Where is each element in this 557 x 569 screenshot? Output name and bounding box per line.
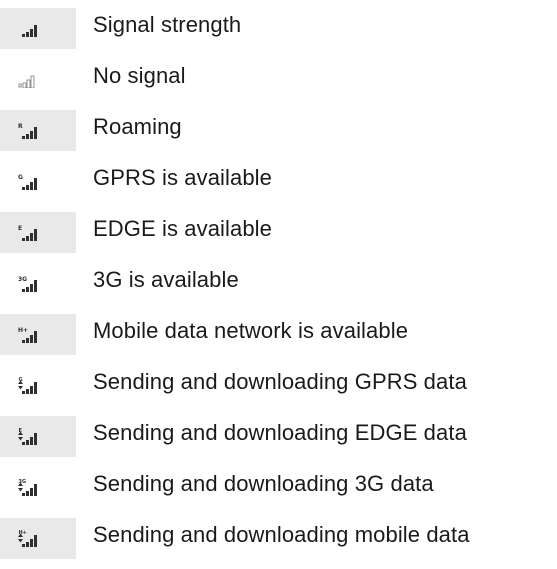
legend-label: GPRS is available — [93, 165, 272, 190]
legend-row: E Sending and downloading EDGE data — [0, 416, 557, 467]
legend-row: 3G Sending and downloading 3G data — [0, 467, 557, 518]
legend-row: R Roaming — [0, 110, 557, 161]
icon-tile: G — [0, 161, 76, 202]
signal-strength-icon — [22, 25, 37, 37]
svg-text:3G: 3G — [18, 276, 27, 283]
edge-icon: E — [18, 225, 37, 241]
3g-transfer-icon: 3G — [18, 479, 37, 496]
legend-label: Sending and downloading mobile data — [93, 522, 470, 547]
icon-tile — [0, 59, 76, 100]
legend-label: Sending and downloading GPRS data — [93, 369, 467, 394]
edge-transfer-icon: E — [18, 428, 37, 445]
legend-row: G Sending and downloading GPRS data — [0, 365, 557, 416]
icon-tile: H+ — [0, 518, 76, 559]
gprs-transfer-icon: G — [18, 377, 37, 394]
svg-text:H+: H+ — [18, 327, 28, 334]
legend-label: Mobile data network is available — [93, 318, 409, 343]
icon-tile: H+ — [0, 314, 76, 355]
legend-row: 3G 3G is available — [0, 263, 557, 314]
hplus-transfer-icon: H+ — [18, 530, 37, 547]
svg-text:E: E — [18, 225, 22, 232]
legend-row: Signal strength — [0, 8, 557, 59]
svg-text:R: R — [18, 123, 23, 130]
no-signal-icon — [18, 75, 35, 88]
legend-row: No signal — [0, 59, 557, 110]
3g-icon: 3G — [18, 276, 37, 292]
icon-tile: E — [0, 416, 76, 457]
icon-tile: R — [0, 110, 76, 151]
legend-label: Sending and downloading 3G data — [93, 471, 434, 496]
legend-label: Sending and downloading EDGE data — [93, 420, 467, 445]
icon-tile: G — [0, 365, 76, 406]
status-icon-legend: Signal strength No signal R Roaming G GP… — [0, 8, 557, 569]
svg-text:3G: 3G — [19, 479, 27, 485]
legend-row: G GPRS is available — [0, 161, 557, 212]
hplus-icon: H+ — [18, 327, 37, 343]
icon-tile: 3G — [0, 467, 76, 508]
legend-label: No signal — [93, 63, 186, 88]
gprs-icon: G — [18, 174, 37, 190]
svg-text:G: G — [19, 377, 23, 383]
icon-tile: E — [0, 212, 76, 253]
svg-text:E: E — [19, 428, 23, 434]
icon-tile: 3G — [0, 263, 76, 304]
legend-row: E EDGE is available — [0, 212, 557, 263]
legend-row: H+ Sending and downloading mobile data — [0, 518, 557, 569]
svg-text:G: G — [18, 174, 23, 181]
legend-row: H+ Mobile data network is available — [0, 314, 557, 365]
legend-label: 3G is available — [93, 267, 239, 292]
icon-tile — [0, 8, 76, 49]
svg-text:H+: H+ — [19, 530, 27, 536]
legend-label: Roaming — [93, 114, 182, 139]
roaming-icon: R — [18, 123, 37, 139]
legend-label: Signal strength — [93, 12, 242, 37]
legend-label: EDGE is available — [93, 216, 272, 241]
